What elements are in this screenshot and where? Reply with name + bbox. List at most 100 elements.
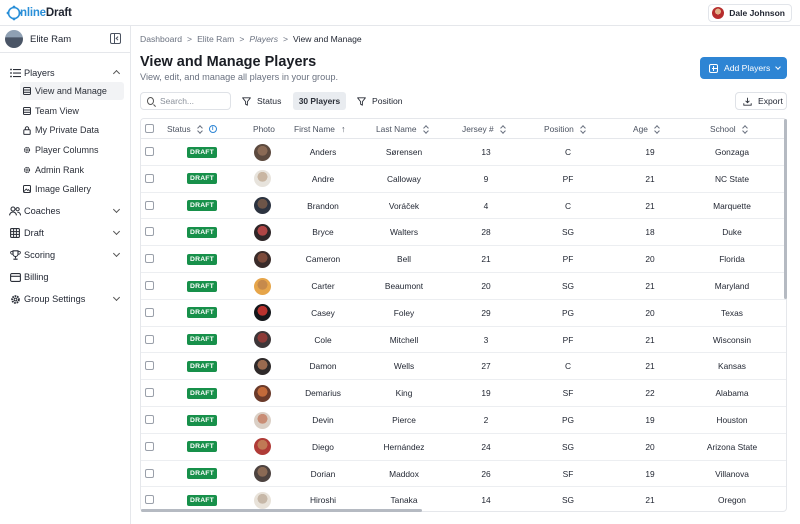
table-row[interactable]: DRAFT Carter Beaumont 20 SG 21 Maryland: [141, 273, 786, 300]
player-photo[interactable]: [253, 438, 271, 456]
horizontal-scrollbar[interactable]: [141, 509, 422, 512]
table-row[interactable]: DRAFT Cameron Bell 21 PF 20 Florida: [141, 246, 786, 273]
row-checkbox[interactable]: [145, 200, 154, 210]
breadcrumb-current: View and Manage: [293, 34, 362, 44]
table-row[interactable]: DRAFT Brandon Voráček 4 C 21 Marquette: [141, 193, 786, 220]
first-cell: Dorian: [310, 468, 336, 479]
age-cell: 20: [645, 441, 655, 452]
status-filter-button[interactable]: Status: [242, 92, 281, 110]
table-row[interactable]: DRAFT Bryce Walters 28 SG 18 Duke: [141, 219, 786, 247]
table-row[interactable]: DRAFT Demarius King 19 SF 22 Alabama: [141, 380, 786, 407]
status-cell: DRAFT: [186, 273, 218, 299]
player-photo[interactable]: [253, 277, 271, 295]
chevron-down-icon: [112, 293, 121, 302]
gear-icon: [23, 166, 31, 174]
vertical-scrollbar[interactable]: [784, 119, 787, 299]
app-logo[interactable]: nlineDraft: [6, 4, 72, 22]
row-checkbox[interactable]: [145, 415, 154, 424]
sidebar-subitem-team-view[interactable]: Team View: [20, 102, 124, 120]
column-header-first-name[interactable]: First Name ↑: [294, 119, 345, 139]
player-photo[interactable]: [253, 465, 271, 483]
group-switcher[interactable]: Elite Ram: [0, 26, 131, 53]
search-input[interactable]: [160, 96, 230, 106]
row-checkbox[interactable]: [145, 334, 154, 344]
breadcrumb-item[interactable]: Elite Ram: [197, 34, 234, 44]
sidebar-item-draft[interactable]: Draft: [5, 224, 125, 242]
sidebar-subitem-label: Admin Rank: [35, 165, 85, 175]
select-all-checkbox[interactable]: [145, 124, 154, 133]
age-cell: 18: [645, 227, 655, 238]
add-players-button[interactable]: Add Players: [700, 57, 787, 79]
table-row[interactable]: DRAFT Casey Foley 29 PG 20 Texas: [141, 300, 786, 327]
player-photo[interactable]: [253, 357, 271, 375]
table-row[interactable]: DRAFT Diego Hernández 24 SG 20 Arizona State: [141, 434, 786, 461]
collapse-sidebar-icon[interactable]: [110, 33, 121, 44]
player-photo[interactable]: [253, 197, 271, 215]
sidebar-subitem-admin-rank[interactable]: Admin Rank: [20, 161, 124, 179]
player-photo[interactable]: [253, 384, 271, 402]
sidebar-item-coaches[interactable]: Coaches: [5, 202, 125, 220]
column-header-age[interactable]: Age: [633, 119, 660, 139]
sidebar-item-billing[interactable]: Billing: [5, 268, 125, 286]
photo-cell: [253, 246, 271, 272]
sidebar-subitem-my-private-data[interactable]: My Private Data: [20, 121, 124, 139]
user-menu-button[interactable]: Dale Johnson: [708, 4, 792, 22]
player-photo[interactable]: [253, 223, 271, 241]
player-photo[interactable]: [253, 250, 271, 268]
row-checkbox[interactable]: [145, 147, 154, 156]
position-filter-button[interactable]: Position: [357, 92, 403, 110]
player-photo[interactable]: [253, 411, 271, 429]
row-checkbox[interactable]: [145, 388, 154, 398]
sidebar-subitem-image-gallery[interactable]: Image Gallery: [20, 180, 124, 198]
column-header-status[interactable]: Status i: [167, 119, 217, 139]
sidebar-item-scoring[interactable]: Scoring: [5, 246, 125, 264]
jersey-cell: 20: [481, 281, 491, 291]
table-row[interactable]: DRAFT Damon Wells 27 C 21 Kansas: [141, 353, 786, 381]
jersey-cell: 4: [483, 200, 489, 211]
player-photo[interactable]: [253, 170, 271, 188]
column-header-jersey[interactable]: Jersey #: [462, 119, 506, 139]
player-photo[interactable]: [253, 143, 271, 161]
age-cell: 21: [645, 200, 655, 211]
player-photo[interactable]: [253, 331, 271, 349]
column-header-last-name[interactable]: Last Name: [376, 119, 429, 139]
row-checkbox[interactable]: [145, 441, 154, 451]
pos-cell: SG: [561, 495, 575, 506]
table-row[interactable]: DRAFT Dorian Maddox 26 SF 19 Villanova: [141, 461, 786, 488]
export-button[interactable]: Export: [735, 92, 787, 110]
row-checkbox[interactable]: [145, 307, 154, 317]
table-row[interactable]: DRAFT Anders Sørensen 13 C 19 Gonzaga: [141, 139, 786, 166]
school-cell: Texas: [721, 307, 743, 318]
table-row[interactable]: DRAFT Devin Pierce 2 PG 19 Houston: [141, 407, 786, 434]
column-header-position[interactable]: Position: [544, 119, 586, 139]
status-cell: DRAFT: [186, 246, 218, 272]
row-checkbox[interactable]: [145, 281, 154, 290]
pos-cell: PF: [562, 334, 574, 345]
player-photo[interactable]: [253, 491, 271, 509]
table-row[interactable]: DRAFT Andre Calloway 9 PF 21 NC State: [141, 166, 786, 193]
breadcrumb-item[interactable]: Players: [249, 34, 278, 44]
search-field[interactable]: [140, 92, 231, 110]
row-checkbox[interactable]: [145, 227, 154, 237]
info-icon[interactable]: i: [208, 125, 217, 133]
sidebar-subitem-view-and-manage[interactable]: View and Manage: [20, 82, 124, 100]
row-checkbox[interactable]: [145, 495, 154, 505]
breadcrumb-separator: >: [239, 34, 245, 44]
column-header-school[interactable]: School: [710, 119, 748, 139]
column-label: Last Name: [376, 124, 417, 134]
table-row[interactable]: DRAFT Cole Mitchell 3 PF 21 Wisconsin: [141, 327, 786, 354]
photo-cell: [253, 273, 271, 299]
row-checkbox[interactable]: [145, 254, 154, 264]
row-checkbox[interactable]: [145, 173, 154, 183]
row-checkbox[interactable]: [145, 468, 154, 478]
row-checkbox[interactable]: [145, 361, 154, 371]
first-cell: Damon: [309, 361, 337, 372]
sidebar-subitem-player-columns[interactable]: Player Columns: [20, 141, 124, 159]
pos-cell: PF: [562, 173, 574, 184]
player-photo[interactable]: [253, 304, 271, 322]
sidebar-item-group-settings[interactable]: Group Settings: [5, 290, 125, 308]
sidebar-item-players[interactable]: Players: [5, 64, 125, 82]
status-badge: DRAFT: [187, 414, 217, 426]
breadcrumb-item[interactable]: Dashboard: [140, 34, 182, 44]
pos-cell: SG: [561, 227, 575, 238]
